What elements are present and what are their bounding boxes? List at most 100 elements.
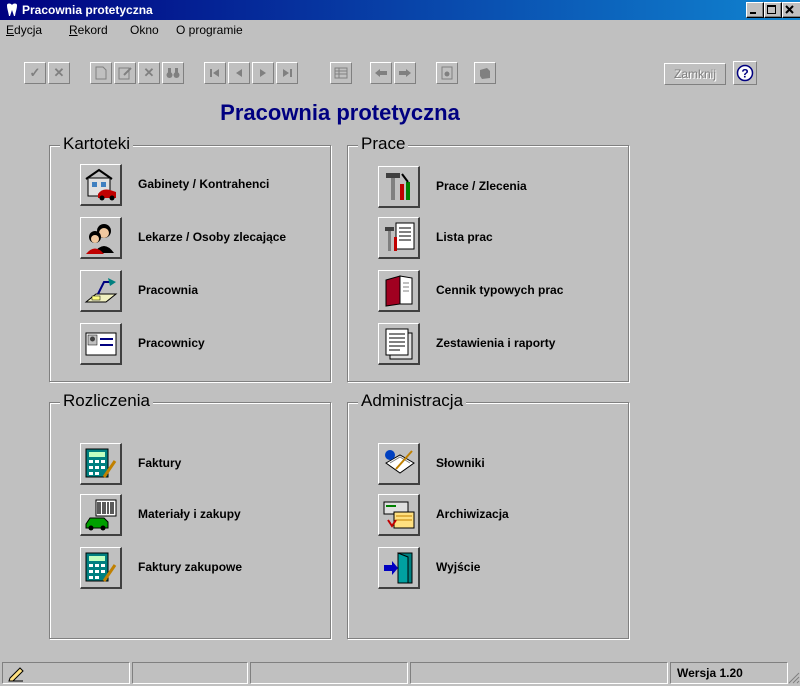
main-window: Pracownia protetyczna Edycja Rekord Okno…: [0, 0, 800, 686]
faktury-button[interactable]: [80, 443, 122, 485]
item-faktury-zakupowe[interactable]: Faktury zakupowe: [80, 547, 360, 589]
menu-rekord[interactable]: Rekord: [69, 23, 108, 37]
barcode-van-icon: [85, 499, 117, 531]
group-prace-title: Prace: [358, 134, 409, 154]
toolbar-new-button[interactable]: [90, 62, 112, 84]
title-bar[interactable]: Pracownia protetyczna: [0, 0, 800, 20]
zamknij-button[interactable]: Zamknij: [664, 63, 726, 85]
wyjscie-label: Wyjście: [436, 560, 481, 574]
item-archiwizacja[interactable]: Archiwizacja: [378, 494, 658, 536]
slowniki-button[interactable]: [378, 443, 420, 485]
menu-okno-label: Okno: [130, 23, 159, 37]
menu-edycja[interactable]: Edycja: [6, 23, 42, 37]
item-faktury[interactable]: Faktury: [80, 443, 360, 485]
help-button[interactable]: ?: [733, 61, 757, 85]
pracownicy-button[interactable]: [80, 323, 122, 365]
tools-icon: [386, 173, 410, 200]
version-label: Wersja 1.20: [670, 662, 788, 684]
svg-text:?: ?: [741, 67, 748, 81]
item-pracownia[interactable]: Pracownia: [80, 270, 360, 312]
toolbar-forward-button[interactable]: [394, 62, 416, 84]
pracownia-button[interactable]: [80, 270, 122, 312]
faktury-zakupowe-label: Faktury zakupowe: [138, 560, 243, 574]
table-icon: [334, 67, 348, 79]
status-cell-icon: [2, 662, 130, 684]
tooth-icon: [7, 3, 17, 16]
previous-record-icon: [236, 69, 242, 77]
toolbar-delete-button[interactable]: ✕: [138, 62, 160, 84]
toolbar-edit-button[interactable]: [114, 62, 136, 84]
toolbar-table-button[interactable]: [330, 62, 352, 84]
lekarze-button[interactable]: [80, 217, 122, 259]
zestawienia-button[interactable]: [378, 323, 420, 365]
item-prace-zlecenia[interactable]: Prace / Zlecenia: [378, 166, 658, 208]
menu-o-programie[interactable]: O programie: [176, 23, 243, 37]
window-title: Pracownia protetyczna: [22, 3, 153, 17]
x-icon: ✕: [53, 65, 65, 80]
menu-okno[interactable]: Okno: [130, 23, 159, 37]
resize-grip-icon[interactable]: [788, 672, 800, 684]
dictionary-icon: [385, 450, 415, 474]
materialy-button[interactable]: [80, 494, 122, 536]
status-cell-4: [410, 662, 668, 684]
lista-prac-label: Lista prac: [436, 230, 493, 244]
cennik-label: Cennik typowych prac: [436, 283, 564, 297]
maximize-button[interactable]: [764, 2, 782, 18]
first-record-icon: [210, 69, 219, 77]
item-slowniki[interactable]: Słowniki: [378, 443, 658, 485]
prace-zlecenia-label: Prace / Zlecenia: [436, 179, 527, 193]
archiwizacja-button[interactable]: [378, 494, 420, 536]
close-icon: [785, 5, 794, 14]
last-record-icon: [283, 69, 292, 77]
pracownicy-label: Pracownicy: [138, 336, 205, 350]
delete-icon: ✕: [143, 65, 155, 80]
toolbar-next-button[interactable]: [252, 62, 274, 84]
item-materialy[interactable]: Materiały i zakupy: [80, 494, 360, 536]
archiwizacja-label: Archiwizacja: [436, 507, 509, 521]
toolbar-approve-button[interactable]: ✓: [24, 62, 46, 84]
close-window-button[interactable]: [782, 2, 800, 18]
toolbar-first-button[interactable]: [204, 62, 226, 84]
item-cennik[interactable]: Cennik typowych prac: [378, 270, 658, 312]
status-cell-3: [250, 662, 408, 684]
item-gabinety[interactable]: Gabinety / Kontrahenci: [80, 164, 360, 206]
gabinety-label: Gabinety / Kontrahenci: [138, 177, 270, 191]
toolbar-back-button[interactable]: [370, 62, 392, 84]
item-lista-prac[interactable]: Lista prac: [378, 217, 658, 259]
export-icon: [480, 68, 490, 79]
lista-prac-button[interactable]: [378, 217, 420, 259]
item-pracownicy[interactable]: Pracownicy: [80, 323, 360, 365]
binoculars-icon: [166, 68, 180, 78]
group-kartoteki-title: Kartoteki: [60, 134, 134, 154]
menu-rekord-label: ekord: [77, 23, 108, 37]
prace-zlecenia-button[interactable]: [378, 166, 420, 208]
page-title: Pracownia protetyczna: [220, 100, 460, 125]
desk-lamp-icon: [84, 278, 118, 303]
list-tools-icon: [385, 222, 415, 251]
group-administracja-title: Administracja: [358, 391, 467, 411]
maximize-icon: [767, 5, 776, 14]
toolbar-report-button[interactable]: [436, 62, 458, 84]
new-document-icon: [95, 66, 107, 80]
faktury-label: Faktury: [138, 456, 182, 470]
faktury-zakupowe-button[interactable]: [80, 547, 122, 589]
toolbar-cancel-button[interactable]: ✕: [48, 62, 70, 84]
gabinety-button[interactable]: [80, 164, 122, 206]
report-icon: [441, 66, 453, 80]
arrow-right-icon: [399, 69, 411, 77]
minimize-icon: [750, 12, 756, 14]
menu-o-programie-label: O programie: [176, 23, 243, 37]
item-lekarze[interactable]: Lekarze / Osoby zlecające: [80, 217, 360, 259]
toolbar-search-button[interactable]: [162, 62, 184, 84]
item-wyjscie[interactable]: Wyjście: [378, 547, 658, 589]
toolbar-previous-button[interactable]: [228, 62, 250, 84]
toolbar-export-button[interactable]: [474, 62, 496, 84]
next-record-icon: [260, 69, 266, 77]
minimize-button[interactable]: [746, 2, 764, 18]
wyjscie-button[interactable]: [378, 547, 420, 589]
item-zestawienia[interactable]: Zestawienia i raporty: [378, 323, 658, 365]
cennik-button[interactable]: [378, 270, 420, 312]
toolbar-last-button[interactable]: [276, 62, 298, 84]
check-icon: ✓: [29, 65, 41, 80]
slowniki-label: Słowniki: [436, 456, 485, 470]
